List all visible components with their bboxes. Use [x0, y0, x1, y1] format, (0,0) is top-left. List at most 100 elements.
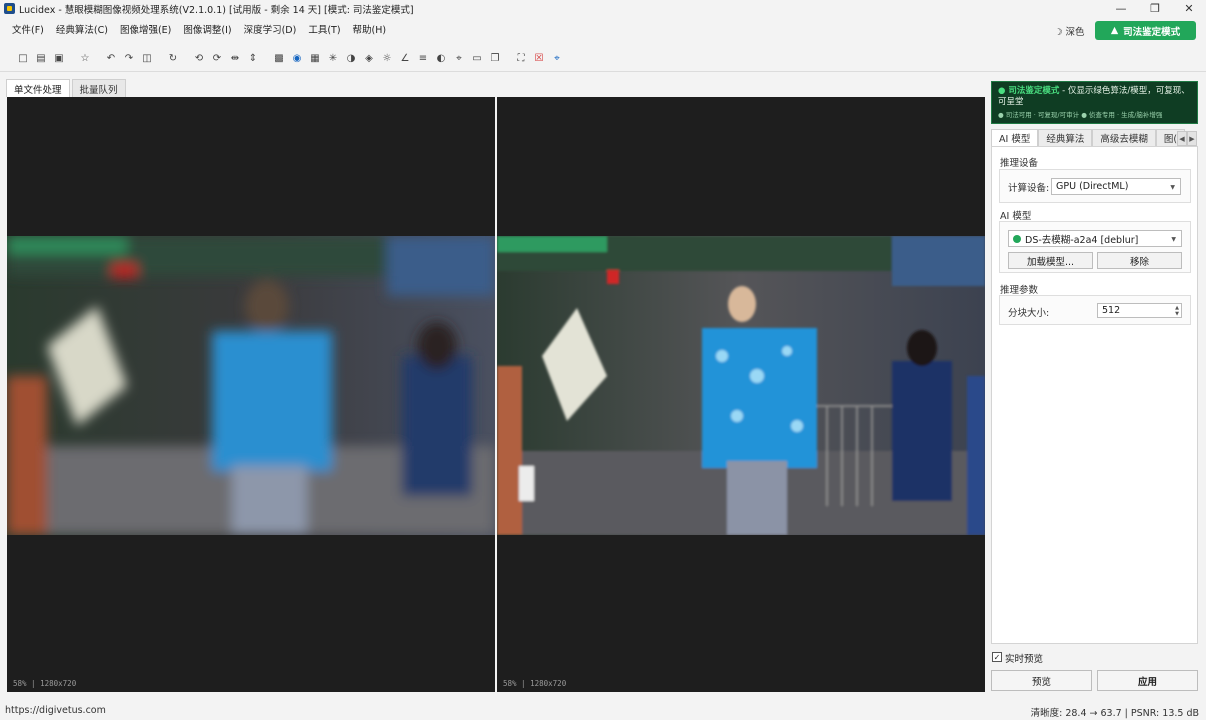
model-section-title: AI 模型: [1000, 211, 1032, 222]
chevron-left-icon[interactable]: ◀: [1177, 131, 1187, 146]
menu-image-enhance[interactable]: 图像增强(E): [114, 22, 177, 36]
tab-batch-queue[interactable]: 批量队列: [71, 79, 126, 97]
flip-vertical-icon[interactable]: ⇕: [244, 49, 262, 67]
layers-icon[interactable]: ◈: [360, 49, 378, 67]
original-image-viewport[interactable]: 58% | 1280x720: [7, 97, 495, 692]
forensic-mode-button[interactable]: ▲ 司法鉴定模式: [1095, 21, 1196, 40]
favorite-icon[interactable]: ☆: [76, 49, 94, 67]
restore-icon[interactable]: ❐: [1138, 0, 1172, 17]
rotate-right-icon[interactable]: ⟳: [208, 49, 226, 67]
toolbar-divider: [0, 71, 1206, 72]
forensic-mode-banner: ● 司法鉴定模式 - 仅显示绿色算法/模型，可复现、可呈堂 ● 司法可用 · 可…: [991, 81, 1198, 124]
close-icon[interactable]: ✕: [1172, 0, 1206, 17]
rotate-left-icon[interactable]: ⟲: [190, 49, 208, 67]
compare-icon[interactable]: ◫: [138, 49, 156, 67]
banner-legend: ● 司法可用 · 可复现/可审计 ● 侦查专用 · 生成/脑补增强: [998, 111, 1163, 119]
toolbar-separator: [262, 49, 270, 67]
denoise-icon[interactable]: ✳: [324, 49, 342, 67]
device-label: 计算设备:: [1008, 183, 1050, 194]
model-value: DS-去模糊-a2a4 [deblur]: [1025, 234, 1139, 246]
tab-single-file[interactable]: 单文件处理: [6, 79, 70, 97]
status-metrics: 清晰度: 28.4 → 63.7 | PSNR: 13.5 dB: [1030, 708, 1199, 719]
remove-model-button[interactable]: 移除: [1097, 252, 1182, 269]
tile-size-value: 512: [1102, 305, 1121, 316]
crop-icon[interactable]: ⌖: [450, 49, 468, 67]
invert-icon[interactable]: ◐: [432, 49, 450, 67]
device-section-title: 推理设备: [1000, 158, 1039, 169]
shield-icon: ▲: [1110, 25, 1119, 36]
model-select[interactable]: DS-去模糊-a2a4 [deblur] ▼: [1008, 230, 1182, 247]
redo-icon[interactable]: ↷: [120, 49, 138, 67]
image-icon[interactable]: ▦: [306, 49, 324, 67]
device-value: GPU (DirectML): [1056, 181, 1129, 192]
delete-crop-icon[interactable]: ☒: [530, 49, 548, 67]
window-title: Lucidex - 慧眼模糊图像视频处理系统(V2.1.0.1) [试用版 - …: [19, 4, 414, 16]
chevron-down-icon: ▼: [1171, 236, 1176, 243]
side-tabs: AI 模型 经典算法 高级去模糊 图(: [991, 129, 1198, 147]
banner-text: ● 司法鉴定模式 - 仅显示绿色算法/模型，可复现、可呈堂: [998, 86, 1191, 108]
reset-icon[interactable]: ↻: [164, 49, 182, 67]
tab-scroll-arrows: ◀ ▶: [1177, 131, 1197, 146]
original-zoom-info: 58% | 1280x720: [13, 679, 77, 688]
mask-icon[interactable]: ◉: [288, 49, 306, 67]
toolbar: □ ▤ ▣ ☆ ↶ ↷ ◫ ↻ ⟲ ⟳ ⇹ ⇕ ▩ ◉ ▦ ✳ ◑ ◈ ☼ ∠ …: [0, 47, 1206, 69]
open-folder-icon[interactable]: ▤: [32, 49, 50, 67]
levels-icon[interactable]: ≡: [414, 49, 432, 67]
device-group: 计算设备: GPU (DirectML) ▼: [999, 169, 1191, 203]
crop-active-icon[interactable]: ⌖: [548, 49, 566, 67]
fullscreen-icon[interactable]: ⛶: [512, 49, 530, 67]
model-group: DS-去模糊-a2a4 [deblur] ▼ 加载模型... 移除: [999, 221, 1191, 273]
original-image: [7, 236, 495, 535]
spin-arrows-icon[interactable]: ▲ ▼: [1175, 305, 1179, 317]
result-image-viewport[interactable]: 58% | 1280x720: [497, 97, 985, 692]
toolbar-separator: [94, 49, 102, 67]
menu-tools[interactable]: 工具(T): [302, 22, 346, 36]
flip-horizontal-icon[interactable]: ⇹: [226, 49, 244, 67]
menu-file[interactable]: 文件(F): [6, 22, 50, 36]
tab-ai-model[interactable]: AI 模型: [991, 129, 1039, 147]
ai-model-panel: 推理设备 计算设备: GPU (DirectML) ▼ AI 模型 DS-去模糊…: [991, 146, 1198, 644]
realtime-preview-checkbox[interactable]: ✓: [992, 652, 1002, 662]
menu-classic-algorithms[interactable]: 经典算法(C): [50, 22, 114, 36]
brightness-icon[interactable]: ☼: [378, 49, 396, 67]
params-section-title: 推理参数: [1000, 285, 1039, 296]
status-dot-icon: [1013, 234, 1021, 243]
chevron-down-icon: ▼: [1170, 184, 1175, 191]
forensic-mode-label: 司法鉴定模式: [1123, 26, 1181, 38]
chevron-right-icon[interactable]: ▶: [1187, 131, 1197, 146]
menu-deep-learning[interactable]: 深度学习(D): [238, 22, 303, 36]
apply-button[interactable]: 应用: [1097, 670, 1198, 691]
menu-image-adjust[interactable]: 图像调整(I): [177, 22, 237, 36]
result-image: [497, 236, 985, 535]
histogram-icon[interactable]: ▩: [270, 49, 288, 67]
contrast-icon[interactable]: ◑: [342, 49, 360, 67]
open-file-icon[interactable]: □: [14, 49, 32, 67]
menu-help[interactable]: 帮助(H): [347, 22, 393, 36]
save-icon[interactable]: ▣: [50, 49, 68, 67]
device-select[interactable]: GPU (DirectML) ▼: [1051, 178, 1181, 195]
tab-advanced-deblur[interactable]: 高级去模糊: [1092, 129, 1156, 147]
status-bar: https://digivetus.com 清晰度: 28.4 → 63.7 |…: [0, 700, 1206, 720]
params-group: 分块大小: 512 ▲ ▼: [999, 295, 1191, 325]
tile-size-label: 分块大小:: [1008, 308, 1050, 319]
dark-theme-toggle[interactable]: ☽ 深色: [1054, 24, 1085, 38]
banner-highlight: ● 司法鉴定模式: [998, 86, 1060, 96]
toolbar-separator: [68, 49, 76, 67]
tile-size-spinbox[interactable]: 512 ▲ ▼: [1097, 303, 1182, 318]
minimize-icon[interactable]: —: [1104, 0, 1138, 17]
title-bar: Lucidex - 慧眼模糊图像视频处理系统(V2.1.0.1) [试用版 - …: [0, 0, 1206, 17]
curves-icon[interactable]: ∠: [396, 49, 414, 67]
app-logo-icon: [4, 3, 15, 14]
load-model-button[interactable]: 加载模型...: [1008, 252, 1093, 269]
toolbar-separator: [156, 49, 164, 67]
overlay-icon[interactable]: ❐: [486, 49, 504, 67]
status-url[interactable]: https://digivetus.com: [5, 705, 106, 716]
undo-icon[interactable]: ↶: [102, 49, 120, 67]
realtime-preview-label: 实时预览: [1005, 654, 1044, 665]
result-zoom-info: 58% | 1280x720: [503, 679, 567, 688]
preview-button[interactable]: 预览: [991, 670, 1092, 691]
rect-select-icon[interactable]: ▭: [468, 49, 486, 67]
main-tabs: 单文件处理 批量队列: [6, 79, 126, 97]
menu-bar: 文件(F) 经典算法(C) 图像增强(E) 图像调整(I) 深度学习(D) 工具…: [0, 18, 1206, 40]
tab-classic-algorithms[interactable]: 经典算法: [1038, 129, 1093, 147]
